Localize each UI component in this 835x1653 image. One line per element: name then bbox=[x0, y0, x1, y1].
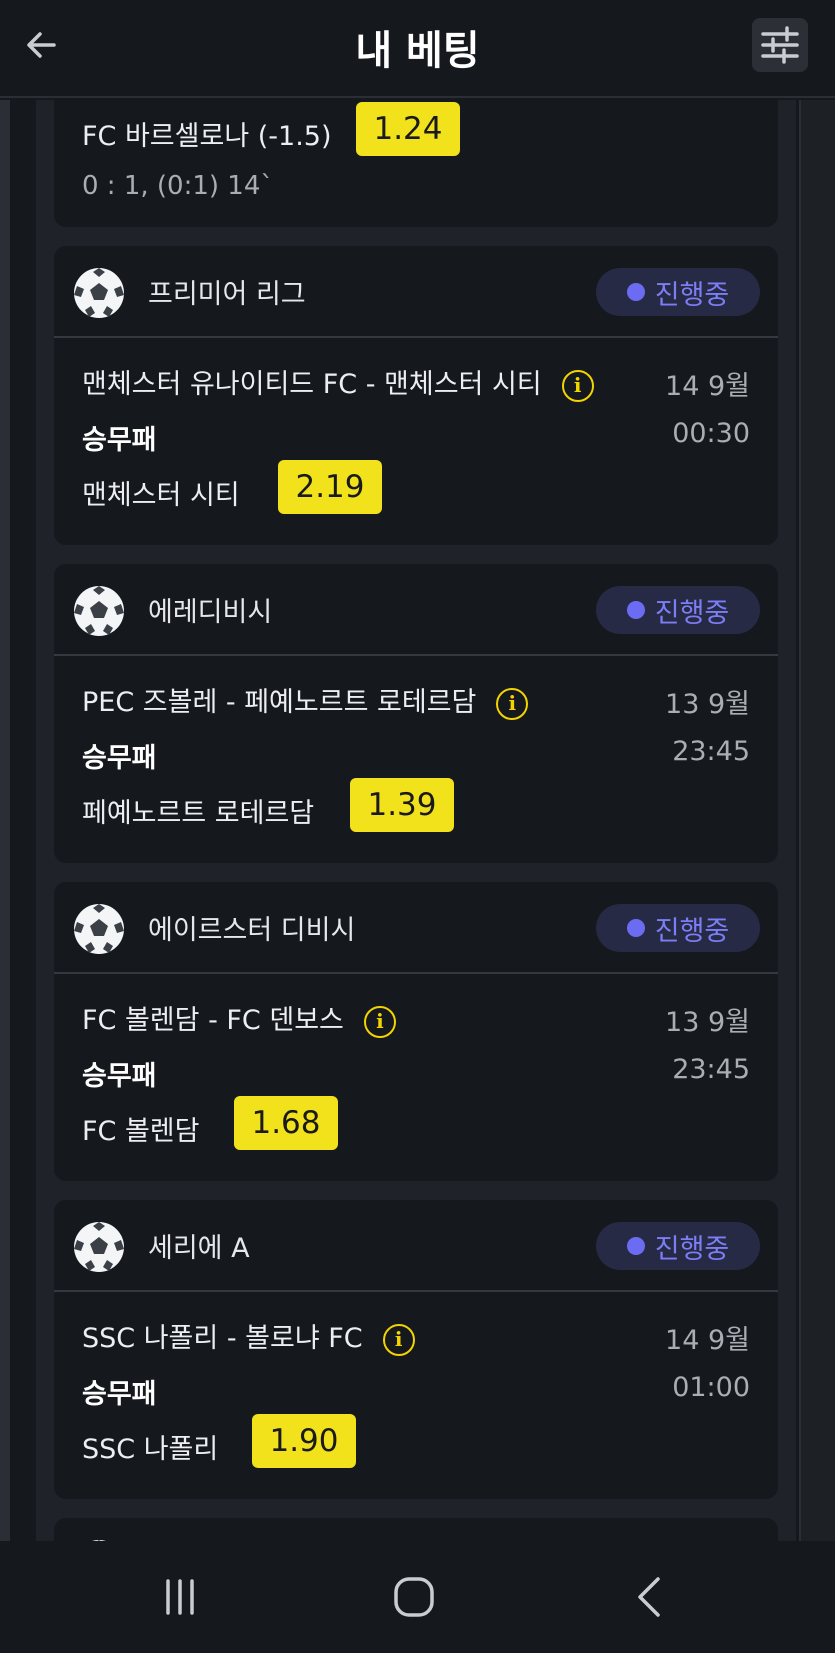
bet-pick: FC 바르셀로나 (-1.5) bbox=[82, 121, 332, 152]
league-name: 에레디비시 bbox=[148, 597, 273, 628]
match-date: 13 9월 bbox=[665, 689, 750, 720]
bet-pick: 맨체스터 시티 bbox=[82, 480, 240, 511]
status-label: 진행중 bbox=[654, 915, 730, 947]
match-teams: FC 볼렌담 - FC 덴보스 bbox=[82, 1005, 344, 1036]
match-date: 14 9월 bbox=[665, 371, 750, 402]
match-name: SSC 나폴리 - 볼로냐 FC i bbox=[82, 1316, 415, 1356]
match-name: PEC 즈볼레 - 페예노르트 로테르담 i bbox=[82, 680, 529, 720]
odds-badge: 2.19 bbox=[278, 460, 382, 514]
bet-card[interactable]: 세리에 A 진행중 SSC 나폴리 - 볼로냐 FC i 14 9월 승무패 01… bbox=[54, 1200, 778, 1499]
card-header: 세리에 A 진행중 bbox=[54, 1200, 778, 1292]
match-date: 14 9월 bbox=[665, 1325, 750, 1356]
bet-card-partial[interactable] bbox=[54, 1518, 778, 1541]
info-icon[interactable]: i bbox=[496, 687, 529, 720]
status-badge: 진행중 bbox=[596, 586, 760, 634]
home-icon bbox=[394, 1577, 434, 1617]
card-header: 에레디비시 진행중 bbox=[54, 564, 778, 656]
market-type: 승무패 bbox=[82, 1061, 157, 1092]
live-dot-icon bbox=[626, 1237, 645, 1255]
match-teams: PEC 즈볼레 - 페예노르트 로테르담 bbox=[82, 687, 477, 718]
bet-card[interactable]: 에레디비시 진행중 PEC 즈볼레 - 페예노르트 로테르담 i 13 9월 승무… bbox=[54, 564, 778, 863]
match-time: 23:45 bbox=[672, 1054, 750, 1085]
match-date: 13 9월 bbox=[665, 1007, 750, 1038]
live-score: 0 : 1, (0:1) 14` bbox=[82, 171, 274, 201]
live-dot-icon bbox=[626, 601, 645, 619]
status-badge: 진행중 bbox=[596, 268, 760, 316]
info-icon[interactable]: i bbox=[382, 1323, 415, 1356]
odds-badge: 1.68 bbox=[234, 1096, 338, 1150]
recent-apps-button[interactable] bbox=[150, 1569, 210, 1625]
filter-button[interactable] bbox=[752, 18, 808, 72]
match-time: 01:00 bbox=[672, 1372, 750, 1403]
match-teams: 맨체스터 유나이티드 FC - 맨체스터 시티 bbox=[82, 369, 542, 400]
status-badge: 진행중 bbox=[596, 904, 760, 952]
bet-pick: SSC 나폴리 bbox=[82, 1434, 219, 1465]
match-time: 00:30 bbox=[672, 418, 750, 449]
match-time: 23:45 bbox=[672, 736, 750, 767]
status-label: 진행중 bbox=[654, 1233, 730, 1265]
odds-badge: 1.24 bbox=[356, 102, 460, 156]
bet-pick: 페예노르트 로테르담 bbox=[82, 798, 315, 829]
info-icon[interactable]: i bbox=[363, 1005, 396, 1038]
card-header: 에이르스터 디비시 진행중 bbox=[54, 882, 778, 974]
bets-list-area[interactable]: FC 바르셀로나 (-1.5) 1.24 0 : 1, (0:1) 14` 프리… bbox=[0, 100, 835, 1541]
sliders-icon bbox=[761, 26, 799, 64]
recent-apps-icon bbox=[166, 1579, 194, 1615]
odds-badge: 1.90 bbox=[252, 1414, 356, 1468]
card-header: 프리미어 리그 진행중 bbox=[54, 246, 778, 338]
soccer-ball-icon bbox=[74, 268, 124, 318]
match-teams: SSC 나폴리 - 볼로냐 FC bbox=[82, 1323, 363, 1354]
live-dot-icon bbox=[626, 919, 645, 937]
status-badge: 진행중 bbox=[596, 1222, 760, 1270]
market-type: 승무패 bbox=[82, 743, 157, 774]
soccer-ball-icon bbox=[74, 1222, 124, 1272]
top-app-bar: 내 베팅 bbox=[0, 0, 835, 98]
home-button[interactable] bbox=[384, 1569, 444, 1625]
bet-card-partial[interactable]: FC 바르셀로나 (-1.5) 1.24 0 : 1, (0:1) 14` bbox=[54, 100, 778, 227]
system-nav-bar bbox=[0, 1541, 835, 1653]
status-label: 진행중 bbox=[654, 279, 730, 311]
market-type: 승무패 bbox=[82, 425, 157, 456]
soccer-ball-icon bbox=[74, 904, 124, 954]
league-name: 세리에 A bbox=[148, 1233, 250, 1264]
bet-card[interactable]: 프리미어 리그 진행중 맨체스터 유나이티드 FC - 맨체스터 시티 i 14 … bbox=[54, 246, 778, 545]
back-icon bbox=[638, 1577, 660, 1617]
match-name: FC 볼렌담 - FC 덴보스 i bbox=[82, 998, 396, 1038]
page-title: 내 베팅 bbox=[355, 28, 480, 74]
status-label: 진행중 bbox=[654, 597, 730, 629]
league-name: 프리미어 리그 bbox=[148, 279, 306, 310]
league-name: 에이르스터 디비시 bbox=[148, 915, 356, 946]
live-dot-icon bbox=[626, 283, 645, 301]
market-type: 승무패 bbox=[82, 1379, 157, 1410]
bet-list: FC 바르셀로나 (-1.5) 1.24 0 : 1, (0:1) 14` 프리… bbox=[36, 100, 796, 1541]
bet-pick: FC 볼렌담 bbox=[82, 1116, 200, 1147]
info-icon[interactable]: i bbox=[561, 369, 594, 402]
soccer-ball-icon bbox=[74, 586, 124, 636]
bet-card[interactable]: 에이르스터 디비시 진행중 FC 볼렌담 - FC 덴보스 i 13 9월 승무패… bbox=[54, 882, 778, 1181]
match-name: 맨체스터 유나이티드 FC - 맨체스터 시티 i bbox=[82, 362, 594, 402]
odds-badge: 1.39 bbox=[350, 778, 454, 832]
system-back-button[interactable] bbox=[620, 1569, 680, 1625]
